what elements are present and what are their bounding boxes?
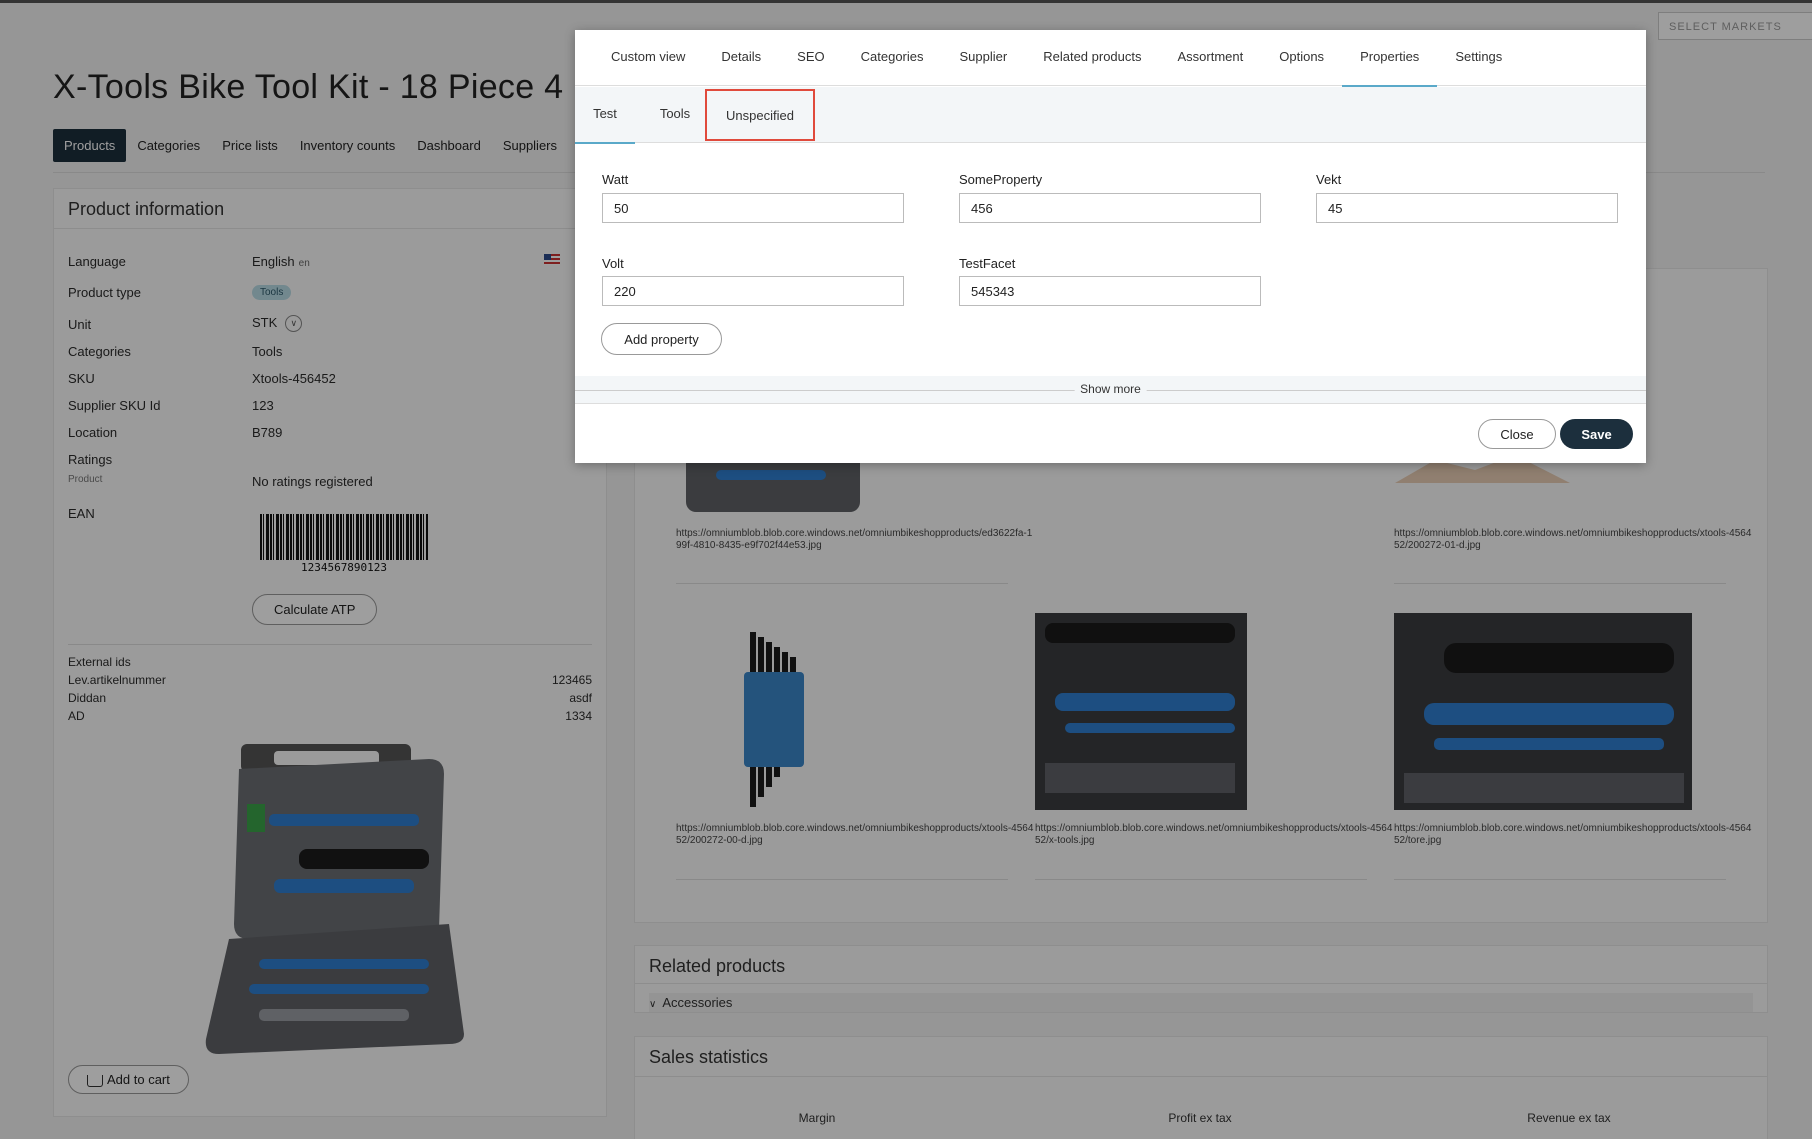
modal-tabs: Custom view Details SEO Categories Suppl… — [575, 30, 1646, 87]
subtab-unspecified[interactable]: Unspecified — [705, 89, 815, 141]
property-label-someproperty: SomeProperty — [959, 172, 1043, 187]
property-input-someproperty[interactable] — [959, 193, 1261, 223]
show-more-bar: Show more — [575, 376, 1646, 404]
property-group-tabs: Test Tools Unspecified — [575, 87, 1646, 144]
property-input-watt[interactable] — [602, 193, 904, 223]
tab-supplier[interactable]: Supplier — [942, 30, 1026, 86]
property-label-watt: Watt — [602, 172, 629, 187]
save-button[interactable]: Save — [1560, 419, 1633, 449]
tab-options[interactable]: Options — [1261, 30, 1342, 86]
tab-seo[interactable]: SEO — [779, 30, 842, 86]
add-property-button[interactable]: Add property — [601, 323, 722, 355]
tab-settings[interactable]: Settings — [1437, 30, 1520, 86]
property-label-testfacet: TestFacet — [959, 256, 1016, 271]
property-input-vekt[interactable] — [1316, 193, 1618, 223]
tab-related-products[interactable]: Related products — [1025, 30, 1159, 86]
tab-assortment[interactable]: Assortment — [1160, 30, 1262, 86]
property-label-volt: Volt — [602, 256, 624, 271]
tab-properties[interactable]: Properties — [1342, 30, 1438, 87]
tab-categories[interactable]: Categories — [843, 30, 942, 86]
subtab-tools[interactable]: Tools — [645, 87, 705, 143]
property-label-vekt: Vekt — [1316, 172, 1342, 187]
close-button[interactable]: Close — [1478, 419, 1556, 449]
property-input-testfacet[interactable] — [959, 276, 1261, 306]
tab-details[interactable]: Details — [703, 30, 779, 86]
show-more-button[interactable]: Show more — [1074, 382, 1147, 396]
tab-custom-view[interactable]: Custom view — [593, 30, 703, 86]
subtab-test[interactable]: Test — [575, 87, 635, 144]
edit-product-modal: Custom view Details SEO Categories Suppl… — [575, 30, 1646, 463]
property-input-volt[interactable] — [602, 276, 904, 306]
